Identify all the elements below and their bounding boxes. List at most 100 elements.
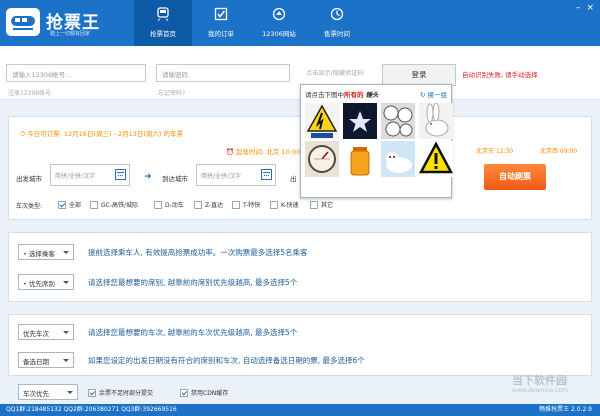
train-desc: 请选择您最想要的车次, 越靠前的车次优先级越高, 最多选择5个: [88, 328, 298, 337]
captcha-tile-6[interactable]: [343, 141, 377, 177]
type-t-label: T-特快: [243, 202, 261, 209]
captcha-tile-5[interactable]: [305, 141, 339, 177]
calendar-icon[interactable]: [261, 169, 272, 180]
watermark-url: www.downxia.com: [512, 387, 568, 394]
chevron-down-icon: [63, 331, 69, 334]
select-train-label: 优先车次: [23, 330, 49, 338]
to-city-placeholder: 简拼/全拼/汉字: [201, 173, 242, 180]
checkbox[interactable]: [232, 200, 240, 209]
globe-icon: [272, 7, 286, 21]
select-passenger[interactable]: • 选择乘客: [18, 244, 74, 260]
type-other-label: 其它: [321, 202, 334, 209]
type-z-label: Z-直达: [205, 202, 224, 209]
date-desc: 如果您设定的出发日期没有符合的席别和车次, 自动选择备选日期的票, 最多选择6个: [88, 356, 365, 365]
checkbox[interactable]: [310, 200, 318, 209]
checkbox[interactable]: [270, 200, 278, 209]
tab-home[interactable]: 抢票首页: [134, 0, 192, 46]
calendar-icon[interactable]: [115, 169, 126, 180]
chevron-down-icon: [67, 391, 73, 394]
disable-cdn-label: 禁用CDN缓存: [191, 390, 229, 397]
password-input[interactable]: 请输密码: [156, 64, 290, 82]
to-city-label: 到达城市: [162, 175, 188, 183]
tab-orders-label: 我的订单: [208, 30, 234, 38]
checkbox[interactable]: [88, 388, 96, 397]
passenger-desc: 提前选择乘车人, 有效提高抢票成功率。一次购票最多选择5名乘客: [88, 248, 308, 257]
type-z[interactable]: Z-直达: [194, 200, 223, 209]
captcha-tile-2[interactable]: [343, 103, 377, 139]
captcha-refresh[interactable]: ↻ 换一组: [420, 89, 447, 99]
tab-sale-time[interactable]: 售票时间: [308, 0, 366, 46]
type-all[interactable]: 全部: [58, 200, 81, 209]
captcha-prompt-word: 锤头: [365, 91, 379, 99]
from-city-label: 出发城市: [16, 175, 42, 183]
account-input[interactable]: 请输入12306帐号...: [6, 64, 146, 82]
checkbox[interactable]: [180, 388, 188, 397]
partial-submit-label: 余票不足时部分提交: [99, 390, 154, 397]
type-k[interactable]: K-快速: [270, 200, 298, 209]
bookable-dates-text: 今日可订票: 12月16日(周三) - 2月13日(周六) 的车票: [27, 130, 184, 138]
window-controls: – ×: [576, 3, 594, 13]
checkbox[interactable]: [90, 200, 98, 209]
tab-12306[interactable]: 12306网站: [250, 0, 308, 46]
captcha-tile-1[interactable]: [305, 103, 339, 139]
auto-refresh-button[interactable]: 自动刷票: [484, 164, 546, 190]
captcha-prompt: 请点击下图中所有的 锤头: [305, 89, 379, 99]
to-city-input[interactable]: 简拼/全拼/汉字: [196, 164, 276, 186]
checkbox[interactable]: [58, 200, 66, 209]
qq-groups: QQ1群:218485132 QQ2群:206380271 QQ3群:39266…: [6, 406, 177, 413]
auto-recognize-error: 自动识别失败, 请手动选择: [462, 71, 538, 79]
checkbox[interactable]: [194, 200, 202, 209]
forgot-password-link[interactable]: 忘记密码?: [158, 88, 185, 97]
alarm-icon: ⏰: [226, 148, 237, 156]
app-version: 畅推抢票王 2.0.2.9: [539, 406, 592, 413]
checklist-icon: [214, 7, 228, 21]
tab-sale-time-label: 售票时间: [324, 30, 350, 38]
register-link[interactable]: 注册12306帐号: [8, 88, 51, 97]
train-type-label: 车次类型:: [16, 203, 43, 210]
captcha-tile-4[interactable]: [419, 103, 453, 139]
train-icon: [157, 7, 169, 21]
train-logo-icon: [6, 8, 40, 36]
captcha-tile-8[interactable]: [419, 141, 453, 177]
select-date[interactable]: 备选日期: [18, 352, 74, 368]
chevron-down-icon: [63, 281, 69, 284]
select-train[interactable]: 优先车次: [18, 324, 74, 340]
select-seat[interactable]: • 优先席别: [18, 274, 74, 290]
type-d[interactable]: D-动车: [154, 200, 184, 209]
select-priority[interactable]: 车次优先: [18, 384, 78, 400]
chevron-down-icon: [63, 251, 69, 254]
captcha-refresh-label: 换一组: [427, 91, 448, 99]
login-button[interactable]: 登录: [382, 64, 456, 86]
close-icon[interactable]: ×: [586, 3, 594, 13]
captcha-prompt-highlight: 所有的: [344, 91, 364, 99]
station-time-1: 北京东 12:30: [476, 148, 514, 155]
captcha-tile-3[interactable]: [381, 103, 415, 139]
captcha-tile-7[interactable]: [381, 141, 415, 177]
bookable-dates: ⏱ 今日可订票: 12月16日(周三) - 2月13日(周六) 的车票: [20, 128, 183, 139]
type-k-label: K-快速: [281, 202, 299, 209]
minimize-icon[interactable]: –: [576, 3, 581, 13]
type-d-label: D-动车: [165, 202, 184, 209]
captcha-prompt-prefix: 请点击下图中: [305, 91, 344, 99]
type-gc[interactable]: GC-高铁/城际: [90, 200, 138, 209]
swap-arrow-icon[interactable]: ➜: [144, 172, 152, 182]
type-t[interactable]: T-特快: [232, 200, 260, 209]
app-header: 抢票王 踏上一切都有回家 抢票首页 我的订单 12306网站 售票时间 – ×: [0, 0, 600, 46]
partial-submit-option[interactable]: 余票不足时部分提交: [88, 388, 153, 397]
select-date-label: 备选日期: [23, 358, 49, 366]
seat-desc: 请选择您最想要的席别, 越靠前的席别优先级越高, 最多选择5个: [88, 278, 298, 287]
type-all-label: 全部: [69, 202, 82, 209]
refresh-icon: ↻: [419, 91, 428, 99]
sale-start-text: 起售时间: 北京 10:00: [236, 148, 301, 156]
disable-cdn-option[interactable]: 禁用CDN缓存: [180, 388, 228, 397]
tab-orders[interactable]: 我的订单: [192, 0, 250, 46]
from-city-placeholder: 简拼/全拼/汉字: [55, 173, 96, 180]
type-other[interactable]: 其它: [310, 200, 333, 209]
station-time-2: 北京西 09:00: [540, 148, 578, 155]
from-city-input[interactable]: 简拼/全拼/汉字: [50, 164, 130, 186]
captcha-toggle[interactable]: 点击显示/隐藏验证码: [306, 68, 364, 77]
tab-12306-label: 12306网站: [262, 30, 296, 38]
select-passenger-label: 选择乘客: [28, 250, 55, 258]
checkbox[interactable]: [154, 200, 162, 209]
select-priority-label: 车次优先: [23, 390, 49, 398]
